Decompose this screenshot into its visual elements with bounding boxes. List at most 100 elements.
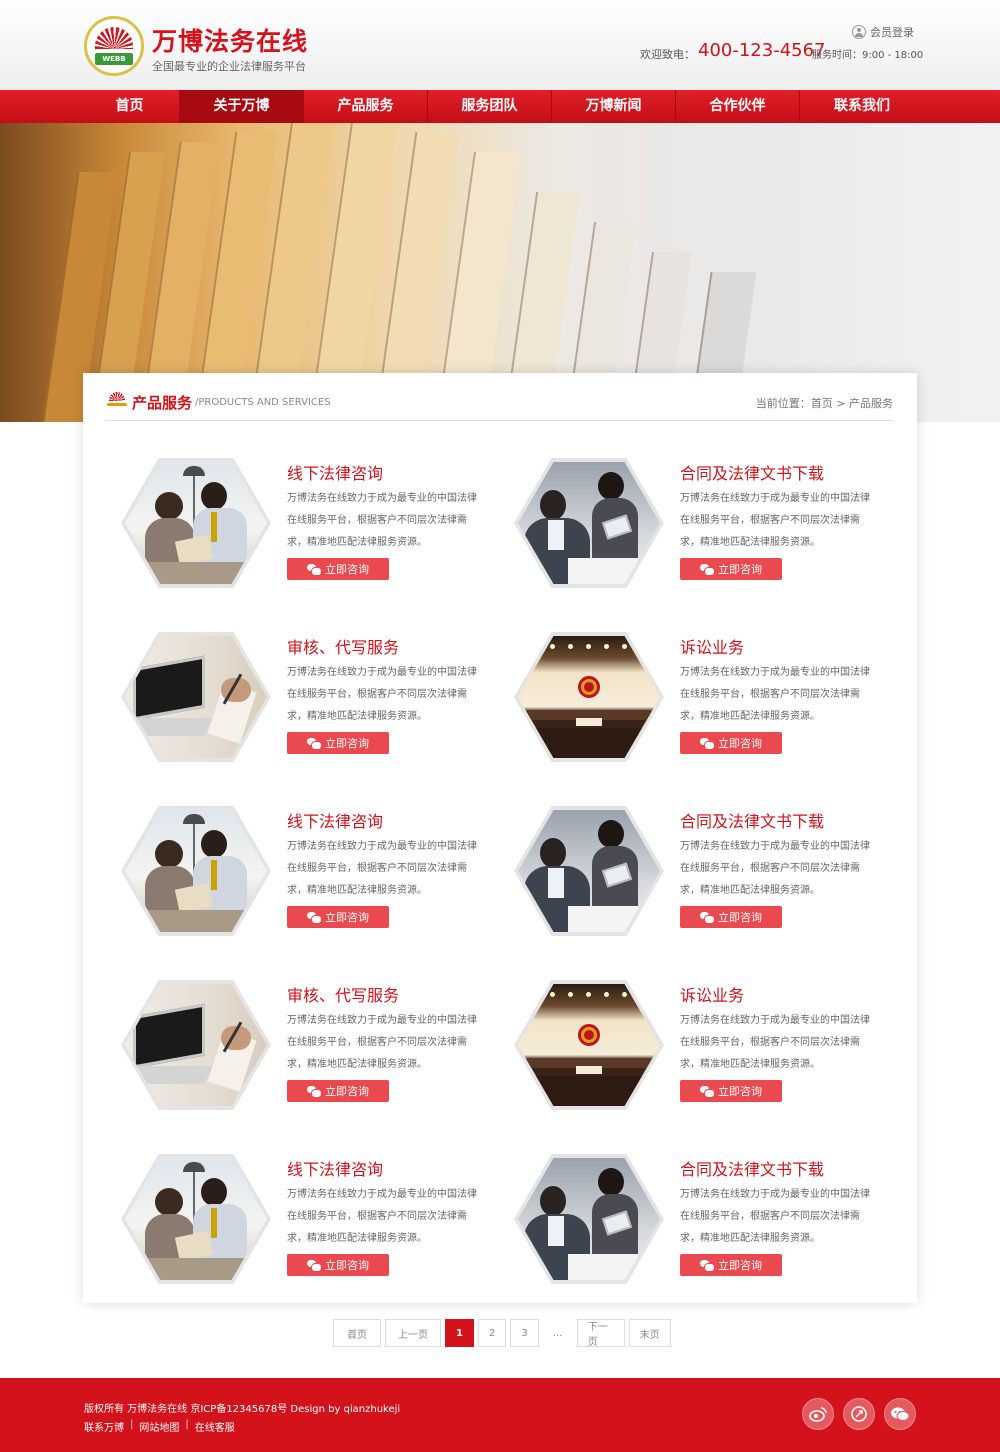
product-title[interactable]: 合同及法律文书下载 [680, 1156, 824, 1180]
product-description: 万博法务在线致力于成为最专业的中国法律在线服务平台，根据客户不同层次法律需求，精… [680, 667, 870, 722]
sunrise-emblem-icon [95, 27, 133, 49]
service-hours: 服务时间：9:00 - 18:00 [812, 50, 924, 61]
nav-item-6[interactable]: 合作伙伴 [676, 90, 800, 123]
page-prev-button[interactable]: 上一页 [385, 1319, 441, 1347]
product-image[interactable] [514, 806, 664, 936]
consult-button-label: 立即咨询 [325, 1259, 369, 1272]
footer-link-contact[interactable]: 联系万博 [84, 1419, 124, 1434]
chat-bubble-icon [700, 564, 715, 576]
section-title: 产品服务 [132, 394, 193, 412]
consult-button[interactable]: 立即咨询 [287, 1080, 389, 1102]
consult-button-label: 立即咨询 [718, 911, 762, 924]
chat-bubble-icon [307, 912, 322, 924]
product-card: 合同及法律文书下载万博法务在线致力于成为最专业的中国法律在线服务平台，根据客户不… [514, 458, 906, 598]
nav-item-2[interactable]: 关于万博 [180, 90, 304, 123]
consult-button-label: 立即咨询 [325, 911, 369, 924]
chat-bubble-icon [700, 738, 715, 750]
hotline-label: 欢迎致电： [640, 48, 695, 61]
product-image[interactable] [121, 1154, 271, 1284]
product-description: 万博法务在线致力于成为最专业的中国法律在线服务平台，根据客户不同层次法律需求，精… [287, 1015, 477, 1070]
page-2-button[interactable]: 2 [477, 1319, 507, 1347]
consult-button[interactable]: 立即咨询 [287, 558, 389, 580]
product-title[interactable]: 诉讼业务 [680, 634, 744, 658]
product-image[interactable] [121, 458, 271, 588]
product-title[interactable]: 合同及法律文书下载 [680, 808, 824, 832]
executive-tablet-photo [518, 810, 660, 932]
product-title[interactable]: 线下法律咨询 [287, 808, 383, 832]
courtroom-photo [518, 636, 660, 758]
nav-item-3[interactable]: 产品服务 [304, 90, 428, 123]
product-card: 线下法律咨询万博法务在线致力于成为最专业的中国法律在线服务平台，根据客户不同层次… [121, 1154, 513, 1294]
nav-item-4[interactable]: 服务团队 [428, 90, 552, 123]
laptop-writing-photo [125, 984, 267, 1106]
product-image[interactable] [121, 980, 271, 1110]
footer-divider: | [130, 1419, 134, 1430]
product-description: 万博法务在线致力于成为最专业的中国法律在线服务平台，根据客户不同层次法律需求，精… [287, 1189, 477, 1244]
nav-list: 首页 关于万博 产品服务 服务团队 万博新闻 合作伙伴 联系我们 [80, 90, 926, 123]
page-first-button[interactable]: 首页 [333, 1319, 381, 1347]
consult-button-label: 立即咨询 [325, 737, 369, 750]
footer-link-sitemap[interactable]: 网站地图 [139, 1419, 179, 1434]
consult-button[interactable]: 立即咨询 [287, 732, 389, 754]
site-header: WEBB 万博法务在线 全国最专业的企业法律服务平台 会员登录 欢迎致电： 40… [0, 0, 1000, 90]
product-card: 合同及法律文书下载万博法务在线致力于成为最专业的中国法律在线服务平台，根据客户不… [514, 1154, 906, 1294]
product-title[interactable]: 合同及法律文书下载 [680, 460, 824, 484]
product-description: 万博法务在线致力于成为最专业的中国法律在线服务平台，根据客户不同层次法律需求，精… [680, 1015, 870, 1070]
product-title[interactable]: 审核、代写服务 [287, 634, 399, 658]
product-card: 线下法律咨询万博法务在线致力于成为最专业的中国法律在线服务平台，根据客户不同层次… [121, 458, 513, 598]
office-consult-photo [125, 1158, 267, 1280]
consult-button[interactable]: 立即咨询 [680, 906, 782, 928]
product-card: 审核、代写服务万博法务在线致力于成为最专业的中国法律在线服务平台，根据客户不同层… [121, 980, 513, 1120]
consult-button[interactable]: 立即咨询 [680, 558, 782, 580]
consult-button[interactable]: 立即咨询 [680, 1254, 782, 1276]
member-login-label: 会员登录 [870, 26, 914, 39]
nav-item-1[interactable]: 首页 [80, 90, 180, 123]
product-description: 万博法务在线致力于成为最专业的中国法律在线服务平台，根据客户不同层次法律需求，精… [680, 1189, 870, 1244]
product-description: 万博法务在线致力于成为最专业的中国法律在线服务平台，根据客户不同层次法律需求，精… [680, 493, 870, 548]
chat-bubble-icon [700, 1086, 715, 1098]
product-title[interactable]: 线下法律咨询 [287, 460, 383, 484]
products-panel: 产品服务 /PRODUCTS AND SERVICES 当前位置：首页 > 产品… [83, 373, 917, 1303]
executive-tablet-photo [518, 462, 660, 584]
site-logo[interactable]: WEBB [84, 16, 144, 76]
product-image[interactable] [514, 980, 664, 1110]
footer-link-service[interactable]: 在线客服 [195, 1419, 235, 1434]
weibo-icon[interactable] [802, 1398, 834, 1430]
consult-button[interactable]: 立即咨询 [287, 1254, 389, 1276]
brand-slogan: 全国最专业的企业法律服务平台 [152, 60, 306, 73]
product-description: 万博法务在线致力于成为最专业的中国法律在线服务平台，根据客户不同层次法律需求，精… [287, 493, 477, 548]
product-title[interactable]: 线下法律咨询 [287, 1156, 383, 1180]
product-image[interactable] [121, 806, 271, 936]
qq-icon[interactable] [843, 1398, 875, 1430]
product-title[interactable]: 审核、代写服务 [287, 982, 399, 1006]
product-title[interactable]: 诉讼业务 [680, 982, 744, 1006]
product-image[interactable] [514, 458, 664, 588]
brand-name[interactable]: 万博法务在线 [152, 22, 308, 58]
product-image[interactable] [121, 632, 271, 762]
product-description: 万博法务在线致力于成为最专业的中国法律在线服务平台，根据客户不同层次法律需求，精… [287, 667, 477, 722]
consult-button-label: 立即咨询 [325, 563, 369, 576]
chat-bubble-icon [700, 912, 715, 924]
logo-text: WEBB [95, 53, 133, 65]
page-next-button[interactable]: 下一页 [576, 1319, 625, 1348]
product-image[interactable] [514, 632, 664, 762]
wechat-icon[interactable] [884, 1398, 916, 1430]
nav-item-5[interactable]: 万博新闻 [552, 90, 676, 123]
product-card: 合同及法律文书下载万博法务在线致力于成为最专业的中国法律在线服务平台，根据客户不… [514, 806, 906, 946]
site-footer: 版权所有 万博法务在线 京ICP备12345678号 Design by qia… [0, 1378, 1000, 1452]
member-login-link[interactable]: 会员登录 [852, 24, 914, 40]
page-3-button[interactable]: 3 [510, 1319, 539, 1347]
consult-button[interactable]: 立即咨询 [680, 732, 782, 754]
breadcrumb[interactable]: 当前位置：首页 > 产品服务 [756, 395, 893, 411]
page-last-button[interactable]: 末页 [628, 1319, 671, 1347]
product-image[interactable] [514, 1154, 664, 1284]
chat-bubble-icon [307, 564, 322, 576]
consult-button[interactable]: 立即咨询 [287, 906, 389, 928]
product-card: 审核、代写服务万博法务在线致力于成为最专业的中国法律在线服务平台，根据客户不同层… [121, 632, 513, 772]
consult-button[interactable]: 立即咨询 [680, 1080, 782, 1102]
consult-button-label: 立即咨询 [718, 737, 762, 750]
consult-button-label: 立即咨询 [325, 1085, 369, 1098]
page-1-button[interactable]: 1 [445, 1319, 474, 1347]
product-description: 万博法务在线致力于成为最专业的中国法律在线服务平台，根据客户不同层次法律需求，精… [680, 841, 870, 896]
nav-item-7[interactable]: 联系我们 [800, 90, 924, 123]
